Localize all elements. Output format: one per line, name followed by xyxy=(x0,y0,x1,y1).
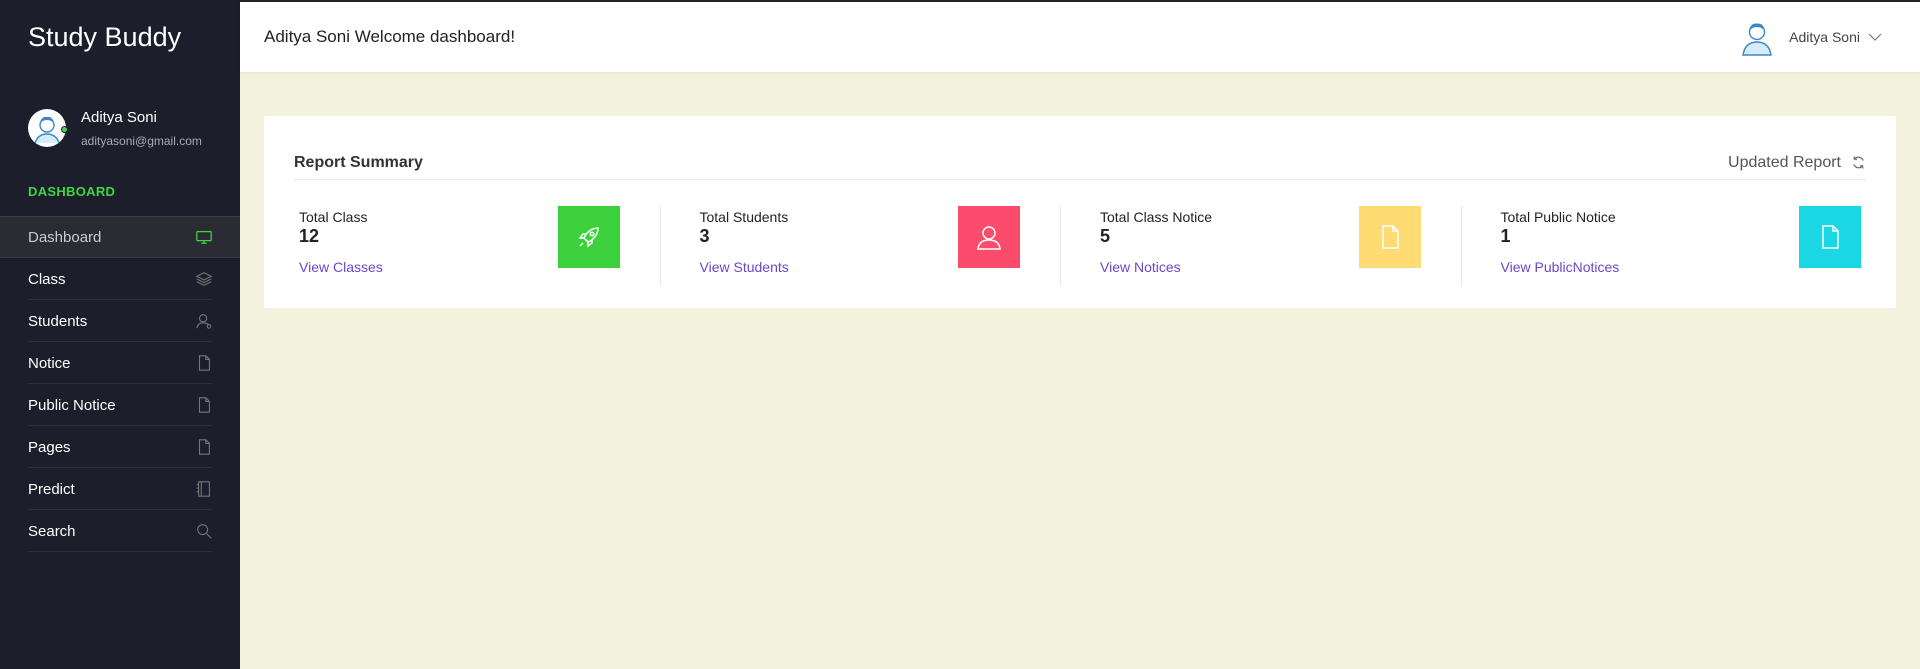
stat-label: Total Class Notice xyxy=(1100,209,1213,225)
view-classes-link[interactable]: View Classes xyxy=(299,259,383,275)
document-icon xyxy=(1822,225,1839,249)
sidebar-item-label: Predict xyxy=(28,480,75,498)
document-icon xyxy=(1381,225,1399,249)
chevron-down-icon xyxy=(1868,33,1882,41)
sidebar-item-dashboard[interactable]: Dashboard xyxy=(0,216,240,258)
stat-total-class: Total Class 12 View Classes xyxy=(299,206,660,278)
document-icon xyxy=(194,437,214,457)
stat-total-class-notice: Total Class Notice 5 View Notices xyxy=(1060,206,1461,286)
welcome-message: Aditya Soni Welcome dashboard! xyxy=(264,27,516,46)
sidebar-item-notice[interactable]: Notice xyxy=(0,342,240,384)
stat-value: 1 xyxy=(1500,226,1511,246)
user-avatar-icon xyxy=(1741,18,1773,56)
document-icon xyxy=(194,353,214,373)
rocket-icon xyxy=(578,227,599,248)
sidebar-item-label: Class xyxy=(28,270,66,288)
profile-name: Aditya Soni xyxy=(81,108,157,126)
user-menu-dropdown[interactable]: Aditya Soni xyxy=(1741,18,1882,56)
sidebar-item-label: Search xyxy=(28,522,76,540)
search-icon xyxy=(194,521,214,541)
user-icon xyxy=(194,311,214,331)
top-header: Aditya Soni Welcome dashboard! Aditya So… xyxy=(240,0,1920,72)
stat-icon-box xyxy=(1358,206,1421,268)
notebook-icon xyxy=(194,479,214,499)
profile-email: adityasoni@gmail.com xyxy=(81,133,202,148)
card-title: Report Summary xyxy=(294,153,423,171)
document-icon xyxy=(194,395,214,415)
stat-value: 3 xyxy=(699,226,710,246)
card-header: Report Summary Updated Report xyxy=(294,146,1866,180)
user-name: Aditya Soni xyxy=(1789,29,1860,45)
report-summary-card: Report Summary Updated Report Total Clas… xyxy=(264,116,1896,308)
stat-label: Total Class xyxy=(299,209,368,225)
brand-logo[interactable]: Study Buddy xyxy=(0,0,240,74)
stat-icon-box xyxy=(958,206,1020,268)
stat-icon-box xyxy=(557,206,620,268)
sidebar-item-label: Public Notice xyxy=(28,396,116,414)
stat-value: 5 xyxy=(1100,226,1111,246)
user-icon xyxy=(977,226,1001,250)
sidebar-item-class[interactable]: Class xyxy=(0,258,240,300)
sidebar-item-public-notice[interactable]: Public Notice xyxy=(0,384,240,426)
stat-label: Total Students xyxy=(699,209,789,225)
avatar[interactable] xyxy=(28,109,68,147)
sidebar: Study Buddy Aditya Soni adityasoni@gmail… xyxy=(0,0,240,669)
stat-icon-box xyxy=(1799,206,1861,268)
sidebar-item-label: Students xyxy=(28,312,88,330)
sidebar-item-search[interactable]: Search xyxy=(0,510,240,552)
sidebar-item-pages[interactable]: Pages xyxy=(0,426,240,468)
sidebar-item-students[interactable]: Students xyxy=(0,300,240,342)
sidebar-nav: Dashboard Class Students Notice Public N… xyxy=(0,216,240,552)
view-students-link[interactable]: View Students xyxy=(700,259,789,275)
monitor-icon xyxy=(194,227,214,247)
stat-label: Total Public Notice xyxy=(1500,209,1616,225)
stat-value: 12 xyxy=(299,226,320,246)
updated-report-label: Updated Report xyxy=(1728,153,1841,171)
stat-total-public-notice: Total Public Notice 1 View PublicNotices xyxy=(1460,206,1861,286)
sidebar-item-label: Notice xyxy=(28,354,71,372)
sidebar-item-label: Pages xyxy=(28,438,71,456)
sidebar-item-label: Dashboard xyxy=(28,228,102,246)
section-label-dashboard: DASHBOARD xyxy=(28,184,116,199)
refresh-icon xyxy=(1853,156,1864,169)
layers-icon xyxy=(194,269,214,289)
stat-total-students: Total Students 3 View Students xyxy=(659,206,1061,286)
view-public-notices-link[interactable]: View PublicNotices xyxy=(1501,259,1620,275)
online-status-dot xyxy=(61,126,68,133)
updated-report-button[interactable]: Updated Report xyxy=(1728,154,1866,172)
stats-row: Total Class 12 View Classes Total Studen… xyxy=(299,206,1861,286)
view-notices-link[interactable]: View Notices xyxy=(1100,259,1181,275)
sidebar-profile: Aditya Soni adityasoni@gmail.com xyxy=(0,74,240,162)
sidebar-item-predict[interactable]: Predict xyxy=(0,468,240,510)
